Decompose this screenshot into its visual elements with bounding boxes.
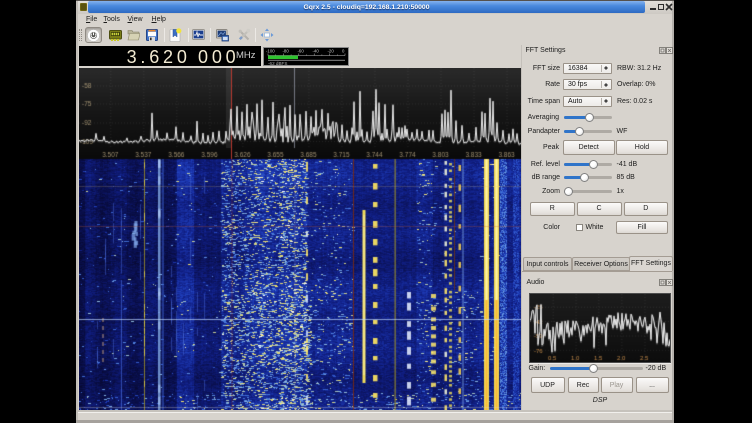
svg-text:-80: -80 — [283, 49, 290, 54]
svg-text:0: 0 — [342, 49, 345, 54]
svg-text:-62 dBFS: -62 dBFS — [268, 61, 287, 65]
svg-text:-100: -100 — [266, 49, 275, 54]
svg-text:-60: -60 — [298, 49, 305, 54]
svg-text:-20: -20 — [328, 49, 335, 54]
svg-text:-40: -40 — [313, 49, 320, 54]
